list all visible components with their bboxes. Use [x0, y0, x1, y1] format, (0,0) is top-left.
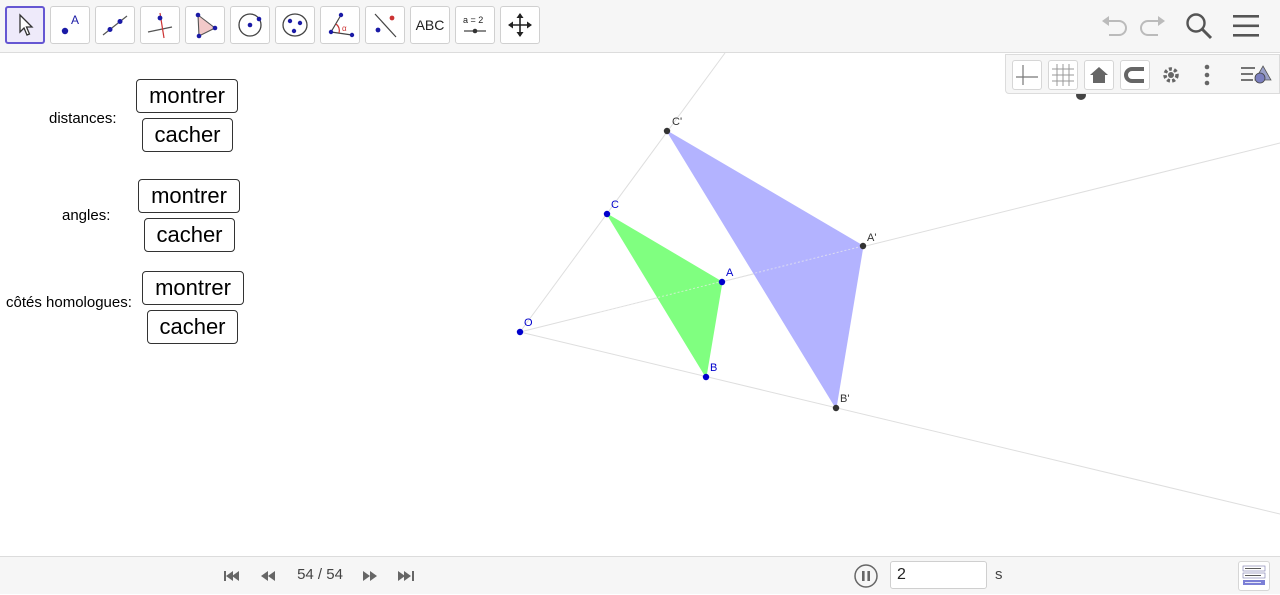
point-O[interactable]	[516, 328, 524, 336]
slider-icon: a = 2	[463, 15, 486, 34]
text-tool-button[interactable]: ABC	[410, 6, 450, 44]
grid-icon	[1052, 64, 1074, 86]
angles-show-button[interactable]: montrer	[138, 179, 240, 213]
distances-show-button[interactable]: montrer	[136, 79, 238, 113]
label-A-prime: A'	[867, 232, 876, 244]
construction-protocol-navigation: 54 / 54 s	[0, 556, 1280, 594]
triangle-ABC[interactable]	[606, 213, 723, 379]
label-A: A	[726, 267, 734, 279]
algebra-view-icon	[1242, 565, 1266, 585]
polygon-icon	[195, 12, 218, 39]
circle-icon	[238, 13, 262, 37]
last-step-button[interactable]	[393, 566, 419, 586]
settings-icon	[1163, 67, 1179, 83]
style-bar-toggle-button[interactable]	[1238, 59, 1274, 91]
perpendicular-line-icon	[147, 12, 173, 39]
redo-button[interactable]	[1135, 10, 1169, 42]
angle-tool-button[interactable]: α	[320, 6, 360, 44]
previous-step-button[interactable]	[255, 566, 281, 586]
search-icon	[1186, 13, 1213, 40]
pause-icon[interactable]	[854, 564, 878, 588]
distances-hide-button[interactable]: cacher	[142, 118, 233, 152]
graphics-settings-button[interactable]	[1156, 59, 1186, 91]
point-tool-glyph: A	[71, 13, 79, 27]
label-B: B	[710, 362, 717, 374]
toggle-grid-button[interactable]	[1048, 60, 1078, 90]
point-capture-icon	[1124, 67, 1144, 83]
first-step-button[interactable]	[219, 566, 245, 586]
standard-view-button[interactable]	[1084, 60, 1114, 90]
angles-hide-button[interactable]: cacher	[144, 218, 235, 252]
label-B-prime: B'	[840, 393, 849, 405]
point-B[interactable]	[702, 373, 710, 381]
ellipse-tool-button[interactable]	[275, 6, 315, 44]
homologous-sides-show-button[interactable]: montrer	[142, 271, 244, 305]
homologous-sides-label: côtés homologues:	[6, 294, 132, 311]
move-tool-button[interactable]	[5, 6, 45, 44]
point-A-prime[interactable]	[859, 242, 867, 250]
style-bar-toggle-icon	[1241, 65, 1272, 84]
slider-tool-label: a = 2	[463, 15, 483, 25]
point-B-prime[interactable]	[832, 404, 840, 412]
arrow-cursor-icon	[19, 13, 34, 36]
graphics-style-bar	[1005, 54, 1280, 94]
toggle-axes-button[interactable]	[1012, 60, 1042, 90]
text-tool-label: ABC	[415, 17, 445, 33]
reflect-tool-button[interactable]	[365, 6, 405, 44]
line-tool-button[interactable]	[95, 6, 135, 44]
label-O: O	[524, 317, 533, 329]
main-toolbar: A α ABC a = 2	[0, 0, 1280, 53]
fast-forward-icon	[363, 571, 377, 581]
angle-tool-glyph: α	[342, 24, 347, 33]
label-C: C	[611, 199, 619, 211]
circle-tool-button[interactable]	[230, 6, 270, 44]
skip-first-icon	[224, 571, 239, 581]
algebra-input-toggle-button[interactable]	[1238, 561, 1270, 591]
move-graphics-view-tool-button[interactable]	[500, 6, 540, 44]
main-menu-button[interactable]	[1229, 10, 1263, 42]
point-C[interactable]	[603, 210, 611, 218]
next-step-button[interactable]	[357, 566, 383, 586]
move-arrows-icon	[508, 13, 532, 37]
undo-button[interactable]	[1098, 10, 1132, 42]
point-C-prime[interactable]	[663, 127, 671, 135]
homologous-sides-hide-button[interactable]: cacher	[147, 310, 238, 344]
home-icon	[1090, 67, 1108, 83]
ray-OB	[519, 331, 1280, 515]
point-capturing-button[interactable]	[1120, 60, 1150, 90]
axes-icon	[1016, 65, 1038, 85]
ellipse-icon	[282, 13, 308, 37]
angles-label: angles:	[62, 207, 111, 224]
distances-label: distances:	[49, 110, 117, 127]
menu-icon	[1233, 15, 1259, 37]
point-tool-button[interactable]: A	[50, 6, 90, 44]
skip-last-icon	[398, 571, 414, 581]
line-icon	[102, 15, 128, 36]
more-options-button[interactable]	[1192, 59, 1222, 91]
speed-unit-label: s	[995, 566, 1003, 583]
angle-icon: α	[328, 12, 355, 38]
perpendicular-tool-button[interactable]	[140, 6, 180, 44]
undo-icon	[1102, 16, 1127, 36]
rewind-icon	[261, 571, 275, 581]
point-icon: A	[61, 13, 79, 35]
step-counter: 54 / 54	[297, 566, 343, 583]
label-C-prime: C'	[672, 116, 682, 128]
point-A[interactable]	[718, 278, 726, 286]
polygon-tool-button[interactable]	[185, 6, 225, 44]
reflect-about-line-icon	[374, 13, 397, 38]
play-speed-input[interactable]	[890, 561, 987, 589]
redo-icon	[1140, 16, 1165, 36]
search-button[interactable]	[1182, 10, 1216, 42]
more-icon	[1204, 64, 1210, 86]
slider-tool-button[interactable]: a = 2	[455, 6, 495, 44]
